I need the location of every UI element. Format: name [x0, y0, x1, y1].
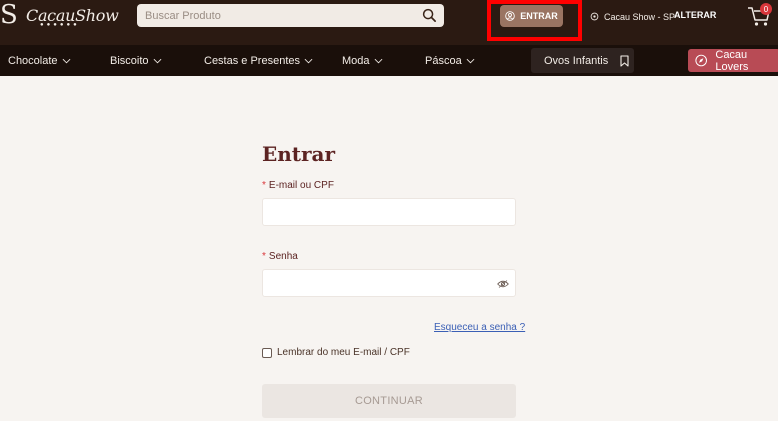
change-location-link[interactable]: ALTERAR [674, 10, 716, 20]
email-label: * E-mail ou CPF [262, 180, 334, 191]
required-mark: * [262, 251, 266, 262]
bookmark-icon [620, 54, 629, 67]
email-field[interactable] [262, 198, 516, 226]
logo-dots-decoration: ●●●●●● [40, 22, 80, 28]
chevron-down-icon [374, 58, 382, 63]
location-pin-icon [590, 12, 599, 21]
nav-item-label: Páscoa [425, 54, 462, 67]
location-label: Cacau Show - SP [604, 11, 676, 22]
location-display: Cacau Show - SP [590, 10, 675, 23]
cacau-lovers-button[interactable]: Cacau Lovers [688, 48, 778, 73]
chevron-down-icon [62, 58, 70, 63]
login-button-label: ENTRAR [520, 11, 558, 21]
email-label-text: E-mail ou CPF [268, 180, 334, 191]
nav-item-biscoito[interactable]: Biscoito [110, 45, 162, 76]
remember-me-checkbox[interactable] [262, 347, 272, 358]
forgot-password-link[interactable]: Esqueceu a senha ? [434, 322, 525, 333]
nav-item-cestas-e-presentes[interactable]: Cestas e Presentes [204, 45, 313, 76]
ovos-infantis-label: Ovos Infantis [544, 54, 609, 67]
user-icon [505, 11, 516, 21]
continue-button[interactable]: CONTINUAR [262, 384, 516, 418]
nav-item-label: Chocolate [8, 54, 58, 67]
compass-icon [695, 54, 707, 67]
search-bar [137, 4, 444, 27]
login-button[interactable]: ENTRAR [500, 5, 563, 27]
password-field[interactable] [262, 269, 516, 297]
nav-item-chocolate[interactable]: Chocolate [8, 45, 71, 76]
cacau-lovers-label: Cacau Lovers [715, 48, 749, 73]
nav-item-moda[interactable]: Moda [342, 45, 383, 76]
category-nav: Chocolate Biscoito Cestas e Presentes Mo… [0, 45, 778, 76]
nav-item-label: Cestas e Presentes [204, 54, 300, 67]
nav-item-label: Biscoito [110, 54, 149, 67]
search-input[interactable] [137, 4, 417, 27]
ovos-infantis-button[interactable]: Ovos Infantis [531, 48, 634, 73]
remember-me-option[interactable]: Lembrar do meu E-mail / CPF [262, 347, 410, 358]
page-title: Entrar [262, 142, 336, 166]
eye-icon[interactable] [497, 280, 509, 288]
chevron-down-icon [466, 58, 475, 63]
search-icon[interactable] [422, 8, 437, 23]
top-header: S CacauShow ●●●●●● ENTRAR Cacau Show - S… [0, 0, 778, 45]
nav-item-pascoa[interactable]: Páscoa [425, 45, 475, 76]
nav-item-label: Moda [342, 54, 370, 67]
password-label: * Senha [262, 251, 298, 262]
logo-mark: S [0, 0, 18, 30]
remember-me-label: Lembrar do meu E-mail / CPF [277, 347, 410, 358]
chevron-down-icon [304, 58, 313, 63]
password-label-text: Senha [268, 251, 298, 262]
required-mark: * [262, 180, 266, 191]
cart-count-badge: 0 [760, 3, 772, 15]
chevron-down-icon [153, 58, 161, 63]
